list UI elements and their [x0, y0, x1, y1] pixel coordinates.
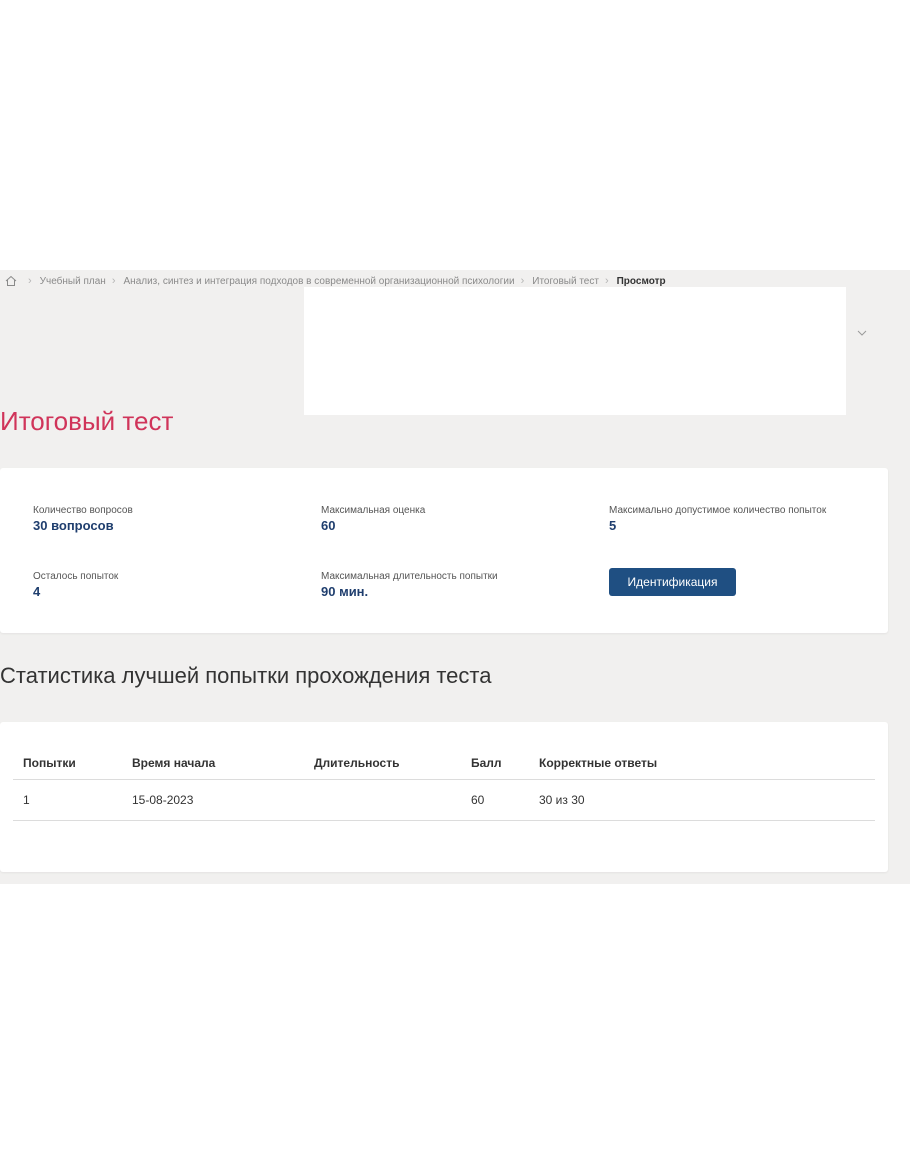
max-score: Максимальная оценка 60	[321, 504, 425, 534]
test-info-card: Количество вопросов 30 вопросов Максимал…	[0, 468, 888, 633]
column-header-start-time: Время начала	[122, 747, 304, 780]
cell-score: 60	[461, 779, 529, 821]
max-duration-label: Максимальная длительность попытки	[321, 571, 498, 582]
stats-card: Попытки Время начала Длительность Балл К…	[0, 722, 888, 872]
cell-duration	[304, 779, 461, 821]
remaining-attempts-label: Осталось попыток	[33, 571, 119, 582]
breadcrumb-separator: ›	[604, 275, 609, 287]
questions-count-value: 30 вопросов	[33, 518, 114, 533]
questions-count-label: Количество вопросов	[33, 505, 133, 516]
home-icon[interactable]	[0, 270, 22, 292]
identification-button[interactable]: Идентификация	[609, 568, 736, 596]
page-title: Итоговый тест	[0, 406, 174, 436]
breadcrumb-item-course[interactable]: Анализ, синтез и интеграция подходов в с…	[124, 276, 515, 287]
breadcrumb-item-plan[interactable]: Учебный план	[40, 276, 106, 287]
cell-start-time: 15-08-2023	[122, 779, 304, 821]
breadcrumb-separator: ›	[28, 275, 32, 287]
cell-attempt: 1	[13, 779, 122, 821]
max-attempts-value: 5	[609, 518, 617, 533]
cell-correct-answers: 30 из 30	[529, 779, 875, 821]
column-header-attempts: Попытки	[13, 747, 122, 780]
breadcrumb-separator: ›	[520, 275, 525, 287]
stats-table: Попытки Время начала Длительность Балл К…	[13, 747, 875, 821]
breadcrumb-current: Просмотр	[616, 275, 666, 287]
breadcrumb-item-test[interactable]: Итоговый тест	[532, 276, 599, 287]
max-duration: Максимальная длительность попытки 90 мин…	[321, 570, 498, 600]
page-container: › Учебный план › Анализ, синтез и интегр…	[0, 270, 910, 884]
max-score-label: Максимальная оценка	[321, 505, 426, 516]
breadcrumb-separator: ›	[111, 275, 116, 287]
blank-panel	[304, 287, 846, 415]
column-header-correct-answers: Корректные ответы	[529, 747, 875, 780]
max-score-value: 60	[321, 518, 336, 533]
column-header-duration: Длительность	[304, 747, 461, 780]
column-header-score: Балл	[461, 747, 529, 780]
max-duration-value: 90 мин.	[321, 584, 369, 599]
table-header-row: Попытки Время начала Длительность Балл К…	[13, 747, 875, 780]
remaining-attempts-value: 4	[33, 584, 41, 599]
stats-heading: Статистика лучшей попытки прохождения те…	[0, 663, 492, 688]
max-attempts: Максимально допустимое количество попыто…	[609, 504, 829, 534]
table-row: 1 15-08-2023 60 30 из 30	[13, 779, 875, 821]
chevron-down-icon[interactable]	[855, 326, 869, 340]
max-attempts-label: Максимально допустимое количество попыто…	[609, 505, 827, 516]
remaining-attempts: Осталось попыток 4	[33, 570, 118, 600]
questions-count: Количество вопросов 30 вопросов	[33, 504, 133, 534]
